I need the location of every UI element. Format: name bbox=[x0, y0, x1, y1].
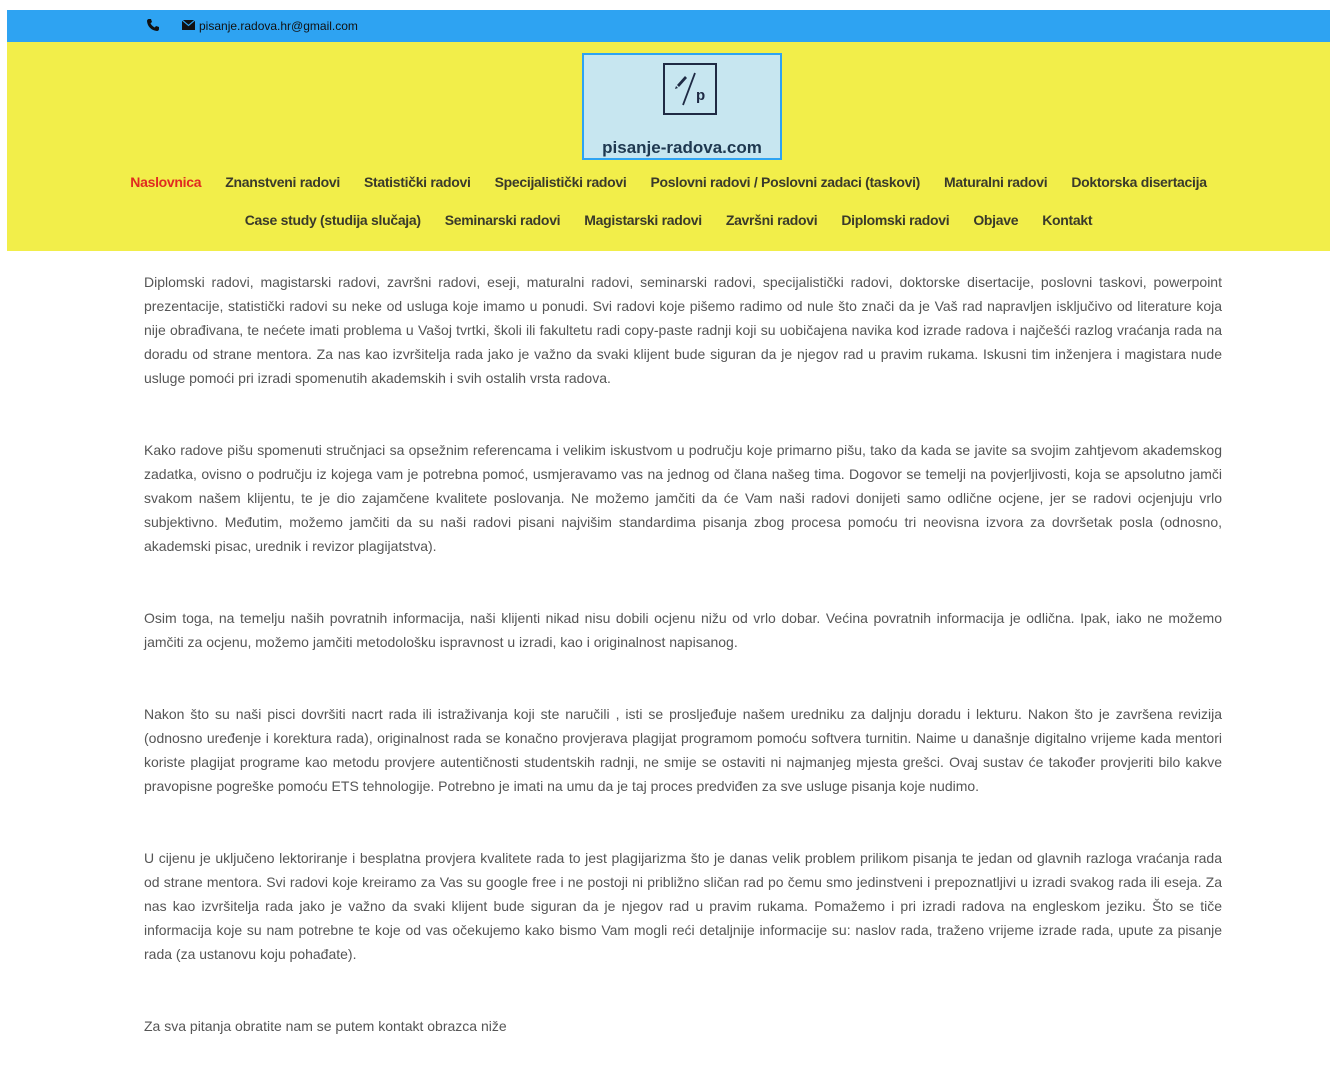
nav-link-magistarski-radovi[interactable]: Magistarski radovi bbox=[584, 211, 702, 229]
nav-link-statisticki-radovi[interactable]: Statistički radovi bbox=[364, 173, 471, 191]
logo-letter: p bbox=[696, 87, 706, 104]
logo-mark: p bbox=[663, 63, 717, 115]
nav-link-zavrsni-radovi[interactable]: Završni radovi bbox=[726, 211, 818, 229]
nav-link-kontakt[interactable]: Kontakt bbox=[1042, 211, 1092, 229]
nav-link-poslovni-radovi[interactable]: Poslovni radovi / Poslovni zadaci (tasko… bbox=[651, 173, 921, 191]
pen-icon bbox=[675, 72, 696, 106]
phone-icon[interactable] bbox=[146, 18, 160, 32]
nav-link-case-study[interactable]: Case study (studija slučaja) bbox=[245, 211, 421, 229]
content-paragraph: Nakon što su naši pisci dovršiti nacrt r… bbox=[144, 706, 1222, 794]
contact-email-link[interactable]: pisanje.radova.hr@gmail.com bbox=[199, 18, 358, 34]
content-paragraph: Osim toga, na temelju naših povratnih in… bbox=[144, 610, 1222, 650]
site-logo[interactable]: p pisanje-radova.com bbox=[582, 53, 782, 160]
nav-link-specijalisticki-radovi[interactable]: Specijalistički radovi bbox=[495, 173, 627, 191]
content-paragraph: Kako radove pišu spomenuti stručnjaci sa… bbox=[144, 442, 1222, 554]
content-paragraph: U cijenu je uključeno lektoriranje i bes… bbox=[144, 850, 1222, 962]
nav-link-maturalni-radovi[interactable]: Maturalni radovi bbox=[944, 173, 1048, 191]
nav-link-znanstveni-radovi[interactable]: Znanstveni radovi bbox=[225, 173, 340, 191]
logo-brand-text: pisanje-radova.com bbox=[602, 138, 762, 157]
content-paragraph: Diplomski radovi, magistarski radovi, za… bbox=[144, 274, 1222, 386]
main-nav-row-1: Naslovnica Znanstveni radovi Statistički… bbox=[7, 173, 1330, 191]
content-paragraph: Za sva pitanja obratite nam se putem kon… bbox=[144, 1018, 507, 1034]
main-content: Diplomski radovi, magistarski radovi, za… bbox=[144, 270, 1222, 1086]
envelope-icon[interactable] bbox=[182, 20, 195, 30]
nav-link-naslovnica[interactable]: Naslovnica bbox=[130, 173, 201, 191]
site-header: p pisanje-radova.com Naslovnica Znanstve… bbox=[7, 42, 1330, 251]
nav-link-diplomski-radovi[interactable]: Diplomski radovi bbox=[841, 211, 949, 229]
main-nav-row-2: Case study (studija slučaja) Seminarski … bbox=[7, 211, 1330, 229]
nav-link-seminarski-radovi[interactable]: Seminarski radovi bbox=[445, 211, 561, 229]
nav-link-doktorska-disertacija[interactable]: Doktorska disertacija bbox=[1071, 173, 1207, 191]
top-bar: pisanje.radova.hr@gmail.com bbox=[7, 10, 1330, 42]
nav-link-objave[interactable]: Objave bbox=[973, 211, 1018, 229]
